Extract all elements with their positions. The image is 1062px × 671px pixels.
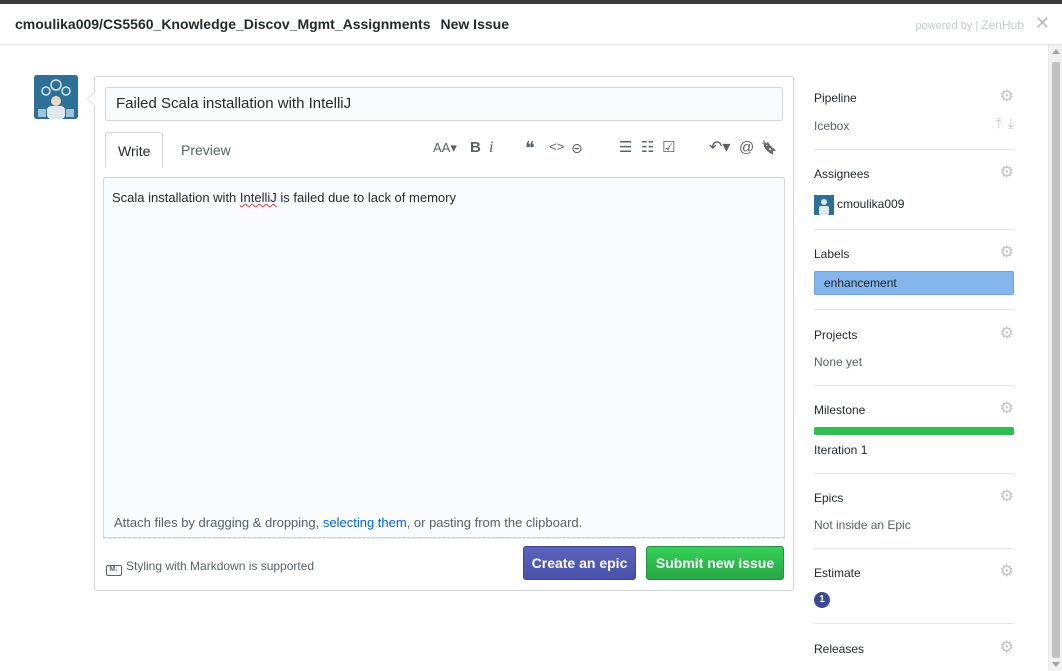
modal-title: cmoulika009/CS5560_Knowledge_Discov_Mgmt… — [15, 16, 509, 32]
powered-by-text: powered by | — [915, 20, 979, 32]
pipeline-heading: Pipeline — [814, 91, 857, 105]
body-text-end: is failed due to lack of memory — [276, 190, 456, 205]
repo-name: cmoulika009/CS5560_Knowledge_Discov_Mgmt… — [15, 16, 431, 32]
divider — [814, 149, 1014, 150]
link-icon[interactable]: ⊝ — [571, 137, 583, 159]
body-text-start: Scala installation with — [112, 190, 240, 205]
numbered-list-icon[interactable]: ☷ — [641, 137, 654, 159]
author-avatar — [34, 75, 78, 119]
code-icon[interactable]: <> — [549, 137, 565, 159]
markdown-icon: M↓ — [106, 565, 122, 576]
submit-issue-button[interactable]: Submit new issue — [646, 546, 784, 580]
label-tag-enhancement[interactable]: enhancement — [814, 271, 1014, 295]
select-files-link[interactable]: selecting them — [323, 515, 407, 530]
assignee-item[interactable]: cmoulika009 — [814, 195, 904, 215]
reply-icon[interactable]: ↶▾ — [709, 137, 730, 159]
bold-icon[interactable]: B — [470, 137, 481, 159]
epics-value: Not inside an Epic — [814, 518, 911, 532]
scroll-up-arrow-icon[interactable] — [1052, 49, 1060, 54]
close-icon[interactable]: ✕ — [1035, 14, 1050, 32]
labels-gear-icon[interactable]: ⚙ — [1000, 245, 1014, 261]
zenhub-logo: ZenHub — [981, 18, 1024, 32]
divider — [814, 309, 1014, 310]
assignee-name: cmoulika009 — [837, 197, 905, 212]
quote-icon[interactable]: ❝ — [525, 137, 535, 159]
issue-form: Failed Scala installation with IntelliJ … — [87, 76, 794, 591]
projects-gear-icon[interactable]: ⚙ — [1000, 326, 1014, 342]
tab-preview[interactable]: Preview — [169, 132, 243, 168]
assignees-heading: Assignees — [814, 167, 870, 181]
estimate-badge[interactable]: 1 — [814, 592, 830, 608]
scroll-down-arrow-icon[interactable] — [1052, 662, 1060, 667]
milestone-value[interactable]: Iteration 1 — [814, 443, 867, 457]
assignees-gear-icon[interactable]: ⚙ — [1000, 165, 1014, 181]
mention-icon[interactable]: @ — [739, 137, 754, 159]
labels-heading: Labels — [814, 247, 850, 261]
pipeline-gear-icon[interactable]: ⚙ — [1000, 89, 1014, 105]
create-epic-button[interactable]: Create an epic — [523, 546, 636, 580]
scrollbar[interactable] — [1048, 45, 1062, 671]
body-misspelled-word: IntelliJ — [239, 190, 277, 205]
pipeline-value: Icebox — [814, 119, 850, 133]
assignee-avatar — [814, 195, 834, 215]
milestone-gear-icon[interactable]: ⚙ — [1000, 401, 1014, 417]
divider — [814, 623, 1014, 624]
new-issue-heading: New Issue — [440, 16, 509, 32]
issue-body-text: Scala installation with IntelliJ is fail… — [112, 190, 456, 205]
italic-icon[interactable]: i — [489, 137, 493, 159]
move-to-top-icon[interactable]: ⤒ — [996, 115, 1002, 132]
releases-heading: Releases — [814, 642, 865, 656]
attach-text-end: , or pasting from the clipboard. — [406, 515, 583, 530]
divider — [814, 548, 1014, 549]
markdown-support-note[interactable]: M↓ Styling with Markdown is supported — [106, 559, 314, 576]
issue-title-input[interactable]: Failed Scala installation with IntelliJ — [105, 87, 783, 121]
attach-text-start: Attach files by dragging & dropping, — [114, 515, 323, 530]
speech-arrow — [87, 91, 95, 107]
powered-by-zenhub: powered by | ZenHub — [915, 18, 1024, 32]
epics-heading: Epics — [814, 491, 844, 505]
issue-body-textarea[interactable]: Scala installation with IntelliJ is fail… — [103, 177, 785, 539]
move-to-bottom-icon[interactable]: ⤓ — [1008, 115, 1014, 132]
modal-header: cmoulika009/CS5560_Knowledge_Discov_Mgmt… — [0, 4, 1062, 45]
estimate-gear-icon[interactable]: ⚙ — [1000, 564, 1014, 580]
pipeline-move-controls: ⤒ ⤓ — [990, 115, 1014, 131]
tab-write[interactable]: Write — [105, 132, 164, 168]
milestone-heading: Milestone — [814, 403, 866, 417]
divider — [814, 473, 1014, 474]
estimate-heading: Estimate — [814, 566, 861, 580]
attach-files-bar[interactable]: Attach files by dragging & dropping, sel… — [103, 508, 785, 538]
scrollbar-thumb[interactable] — [1052, 62, 1060, 658]
bullet-list-icon[interactable]: ☰ — [619, 137, 632, 159]
projects-value: None yet — [814, 355, 863, 369]
milestone-progress-bar — [814, 427, 1014, 435]
divider — [814, 385, 1014, 386]
epics-gear-icon[interactable]: ⚙ — [1000, 489, 1014, 505]
divider — [814, 229, 1014, 230]
text-size-icon[interactable]: AA▾ — [433, 137, 457, 159]
markdown-note-text: Styling with Markdown is supported — [126, 559, 315, 573]
releases-gear-icon[interactable]: ⚙ — [1000, 640, 1014, 656]
task-list-icon[interactable]: ☑ — [662, 137, 675, 159]
projects-heading: Projects — [814, 328, 858, 342]
saved-reply-icon[interactable]: 🔖 — [761, 137, 777, 159]
